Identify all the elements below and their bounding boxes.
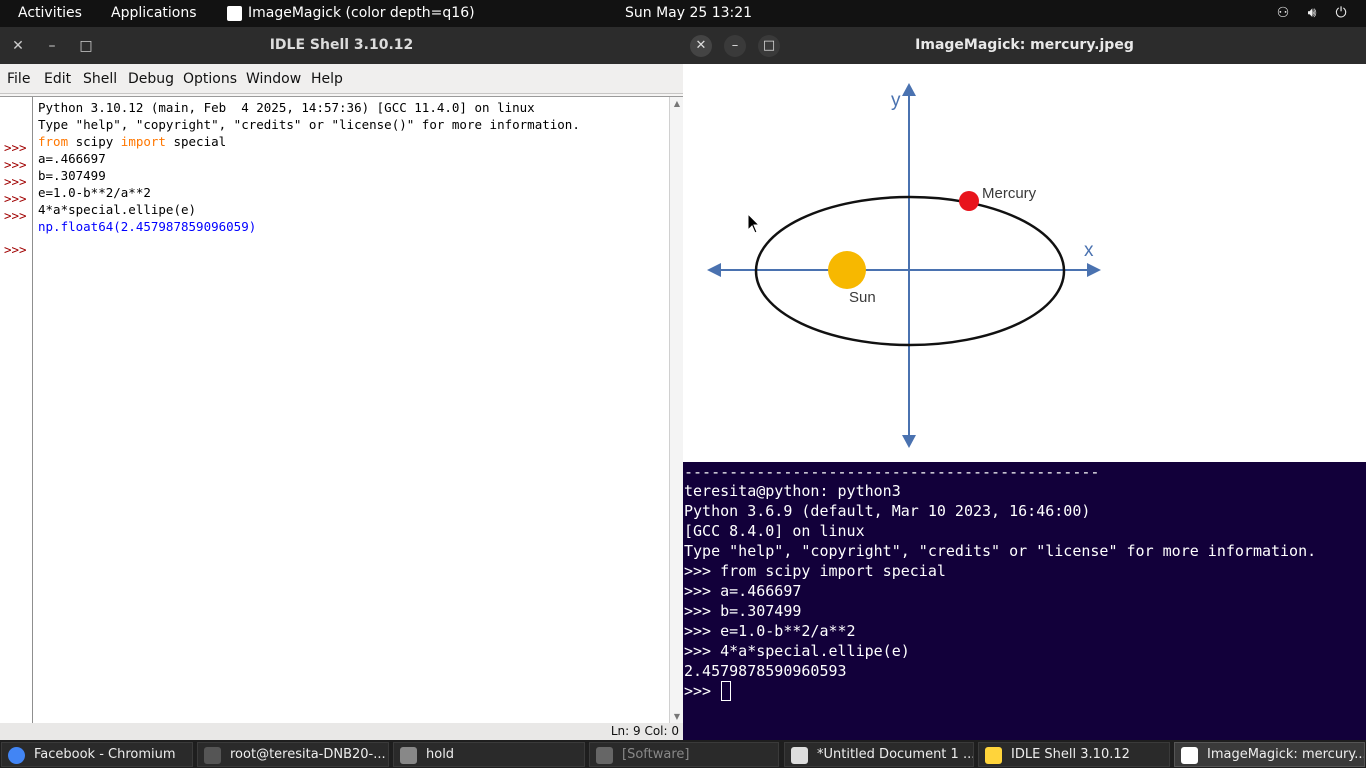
keyword: from xyxy=(38,134,69,149)
idle-titlebar: ✕ – □ IDLE Shell 3.10.12 xyxy=(0,27,683,64)
task-label: Facebook - Chromium xyxy=(34,747,176,762)
terminal-line: >>> b=.307499 xyxy=(684,602,802,620)
menu-window[interactable]: Window xyxy=(246,64,301,94)
mercury-circle xyxy=(959,191,979,211)
mercury-orbit-diagram: y x Mercury Sun xyxy=(707,83,1101,448)
status-bar: Ln: 9 Col: 0 xyxy=(0,723,683,740)
x-axis-label: x xyxy=(1084,240,1094,261)
terminal-line: teresita@python: python3 xyxy=(684,482,901,500)
task-software[interactable]: [Software] xyxy=(589,742,779,767)
y-axis-label: y xyxy=(891,90,901,111)
shell-editor[interactable]: >>> >>> >>> >>> >>> >>> Python 3.10.12 (… xyxy=(0,96,683,724)
x-axis-arrow-right xyxy=(1087,263,1101,277)
prompt: >>> xyxy=(4,140,27,155)
prompt-gutter: >>> >>> >>> >>> >>> >>> xyxy=(0,97,33,724)
output-line: np.float64(2.457987859096059) xyxy=(38,219,257,234)
banner-line: Python 3.10.12 (main, Feb 4 2025, 14:57:… xyxy=(38,100,535,115)
prompt: >>> xyxy=(4,174,27,189)
menu-shell[interactable]: Shell xyxy=(83,64,117,94)
code-line: from scipy import special xyxy=(38,133,226,150)
scroll-up-icon[interactable]: ▲ xyxy=(672,99,682,109)
terminal-line: >>> 4*a*special.ellipe(e) xyxy=(684,642,910,660)
menu-help[interactable]: Help xyxy=(311,64,343,94)
banner-line: Type "help", "copyright", "credits" or "… xyxy=(38,117,580,132)
prompt: >>> xyxy=(4,242,27,257)
imagemagick-window: ✕ – □ ImageMagick: mercury.jpeg y x Merc… xyxy=(683,27,1366,462)
text-cursor xyxy=(721,681,731,701)
task-idle[interactable]: IDLE Shell 3.10.12 xyxy=(978,742,1170,767)
terminal-line: >>> e=1.0-b**2/a**2 xyxy=(684,622,856,640)
code-line: a=.466697 xyxy=(38,151,106,166)
prompt: >>> xyxy=(4,157,27,172)
terminal-icon xyxy=(204,747,221,764)
taskbar: Facebook - Chromium root@teresita-DNB20-… xyxy=(0,740,1366,768)
terminal-line: [GCC 8.4.0] on linux xyxy=(684,522,865,540)
task-label: hold xyxy=(426,747,455,762)
menu-edit[interactable]: Edit xyxy=(44,64,71,94)
task-label: IDLE Shell 3.10.12 xyxy=(1011,747,1130,762)
code-line: e=1.0-b**2/a**2 xyxy=(38,185,151,200)
task-terminal[interactable]: root@teresita-DNB20-... xyxy=(197,742,389,767)
terminal-line: >>> a=.466697 xyxy=(684,582,802,600)
menu-debug[interactable]: Debug xyxy=(128,64,174,94)
folder-icon xyxy=(400,747,417,764)
app-icon xyxy=(227,6,242,21)
keyword: import xyxy=(120,134,166,149)
task-text-editor[interactable]: *Untitled Document 1 ... xyxy=(784,742,974,767)
network-icon[interactable]: ⚇ xyxy=(1273,0,1293,27)
task-label: *Untitled Document 1 ... xyxy=(817,747,974,762)
software-icon xyxy=(596,747,613,764)
applications-menu[interactable]: Applications xyxy=(111,0,197,27)
image-canvas[interactable]: y x Mercury Sun xyxy=(683,64,1366,462)
clock[interactable]: Sun May 25 13:21 xyxy=(625,0,752,27)
scroll-down-icon[interactable]: ▼ xyxy=(672,712,682,722)
active-app-title[interactable]: ImageMagick (color depth=q16) xyxy=(248,0,475,27)
menu-bar: File Edit Shell Debug Options Window Hel… xyxy=(0,64,683,94)
mouse-pointer-icon xyxy=(747,212,761,234)
sun-label: Sun xyxy=(849,289,876,306)
python-icon xyxy=(985,747,1002,764)
y-axis-arrow-down xyxy=(902,435,916,448)
terminal-line: ----------------------------------------… xyxy=(684,463,1100,481)
task-chromium[interactable]: Facebook - Chromium xyxy=(1,742,193,767)
terminal-window[interactable]: ----------------------------------------… xyxy=(683,462,1366,740)
sun-circle xyxy=(828,251,866,289)
menu-file[interactable]: File xyxy=(7,64,30,94)
mercury-label: Mercury xyxy=(982,185,1037,202)
terminal-line: 2.4579878590960593 xyxy=(684,662,847,680)
vertical-scrollbar[interactable]: ▲ ▼ xyxy=(669,97,683,724)
window-title: IDLE Shell 3.10.12 xyxy=(269,37,414,53)
activities-button[interactable]: Activities xyxy=(18,0,82,27)
prompt: >>> xyxy=(4,208,27,223)
imagemagick-icon xyxy=(1181,747,1198,764)
top-bar: Activities Applications ImageMagick (col… xyxy=(0,0,1366,27)
x-axis-arrow-left xyxy=(707,263,721,277)
code-line: 4*a*special.ellipe(e) xyxy=(38,202,197,217)
terminal-line: Python 3.6.9 (default, Mar 10 2023, 16:4… xyxy=(684,502,1091,520)
idle-shell-window: ✕ – □ IDLE Shell 3.10.12 File Edit Shell… xyxy=(0,27,683,740)
text-editor-icon xyxy=(791,747,808,764)
code-text: special xyxy=(165,134,227,149)
menu-options[interactable]: Options xyxy=(183,64,237,94)
imagemagick-titlebar: ✕ – □ ImageMagick: mercury.jpeg xyxy=(683,27,1366,64)
y-axis-arrow-up xyxy=(902,83,916,96)
chromium-icon xyxy=(8,747,25,764)
task-imagemagick[interactable]: ImageMagick: mercury.... xyxy=(1174,742,1365,767)
task-label: [Software] xyxy=(622,747,690,762)
terminal-line: >>> xyxy=(684,682,721,700)
task-label: root@teresita-DNB20-... xyxy=(230,747,386,762)
cursor-position: Ln: 9 Col: 0 xyxy=(610,724,679,738)
task-label: ImageMagick: mercury.... xyxy=(1207,747,1365,762)
power-icon[interactable]: ⏻ xyxy=(1331,0,1351,27)
terminal-line: Type "help", "copyright", "credits" or "… xyxy=(684,542,1317,560)
volume-icon[interactable]: 🔊︎ xyxy=(1302,0,1322,27)
code-line: b=.307499 xyxy=(38,168,106,183)
prompt: >>> xyxy=(4,191,27,206)
terminal-line: >>> from scipy import special xyxy=(684,562,946,580)
task-files[interactable]: hold xyxy=(393,742,585,767)
window-title: ImageMagick: mercury.jpeg xyxy=(915,37,1134,53)
code-text: scipy xyxy=(68,134,121,149)
